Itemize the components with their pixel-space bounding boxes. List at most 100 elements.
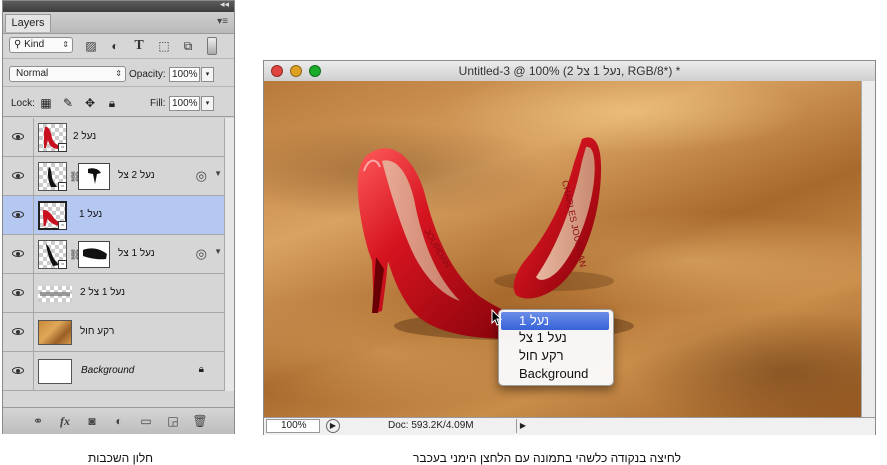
smart-object-badge-icon: ▫ bbox=[58, 143, 67, 152]
lock-all-icon[interactable]: 🔒︎ bbox=[105, 96, 119, 110]
eye-icon bbox=[12, 133, 24, 140]
layer-row[interactable]: Background 🔒︎ bbox=[3, 352, 224, 391]
layer-mask-thumbnail[interactable] bbox=[78, 163, 110, 190]
layer-name: נעל 2 צל bbox=[118, 170, 155, 181]
expand-effects-icon[interactable]: ▼ bbox=[214, 169, 222, 178]
layers-panel: ◂◂ Layers ▾≡ ⚲ Kind ⇕ ▨ ◐ T ⬚ ⧉ Normal ⇕… bbox=[2, 0, 235, 434]
expand-effects-icon[interactable]: ▼ bbox=[214, 247, 222, 256]
layer-name: נעל 1 צל 2 bbox=[80, 287, 126, 298]
panel-tab-row: Layers ▾≡ bbox=[3, 12, 234, 34]
layer-context-menu: נעל 1 נעל 1 צל רקע חול Background bbox=[498, 309, 614, 386]
menu-item-label: נעל 1 צל bbox=[519, 330, 567, 345]
visibility-toggle[interactable] bbox=[3, 196, 34, 234]
layer-row[interactable]: רקע חול bbox=[3, 313, 224, 352]
blend-row: Normal ⇕ Opacity: 100% ▾ bbox=[3, 61, 234, 87]
search-icon: ⚲ bbox=[14, 39, 25, 50]
panel-menu-icon[interactable]: ▾≡ bbox=[217, 16, 228, 27]
visibility-toggle[interactable] bbox=[3, 352, 34, 390]
new-group-folder-icon[interactable]: ▭ bbox=[137, 413, 155, 429]
smart-object-badge-icon: ▫ bbox=[58, 260, 67, 269]
fill-label: Fill: bbox=[150, 98, 166, 109]
layer-row[interactable]: נעל 1 צל 2 bbox=[3, 274, 224, 313]
timing-icon[interactable]: ▶ bbox=[326, 419, 340, 433]
menu-item-label: רקע חול bbox=[519, 348, 564, 363]
visibility-toggle[interactable] bbox=[3, 157, 34, 195]
mouse-cursor-icon bbox=[491, 309, 503, 326]
effects-icon[interactable]: ◎ bbox=[196, 246, 207, 262]
document-title: Untitled-3 @ 100% (נעל 1 צל 2, RGB/8*) * bbox=[458, 64, 681, 78]
layer-row[interactable]: ▫ ⛓ נעל 1 צל ◎ ▼ bbox=[3, 235, 224, 274]
smart-object-filter-icon[interactable]: ⧉ bbox=[180, 38, 196, 54]
layer-name: נעל 1 צל bbox=[118, 248, 155, 259]
link-layers-icon[interactable]: ⚭ bbox=[29, 413, 47, 429]
layer-row-selected[interactable]: ▫ נעל 1 bbox=[3, 196, 224, 235]
trash-icon[interactable]: 🗑︎ bbox=[191, 413, 209, 429]
tab-layers[interactable]: Layers bbox=[5, 14, 51, 32]
context-menu-item[interactable]: נעל 1 bbox=[501, 312, 609, 330]
visibility-toggle[interactable] bbox=[3, 235, 34, 273]
layer-filter-row: ⚲ Kind ⇕ ▨ ◐ T ⬚ ⧉ bbox=[3, 33, 234, 59]
opacity-label: Opacity: bbox=[129, 69, 166, 80]
layer-thumbnail bbox=[38, 359, 72, 384]
adjustment-filter-icon[interactable]: ◐ bbox=[107, 38, 123, 54]
vertical-scrollbar[interactable] bbox=[861, 81, 875, 417]
layer-row[interactable]: ▫ נעל 2 bbox=[3, 118, 224, 157]
layer-mask-thumbnail[interactable] bbox=[78, 241, 110, 268]
blend-mode-select[interactable]: Normal ⇕ bbox=[9, 66, 126, 82]
lock-icon: 🔒︎ bbox=[198, 364, 204, 375]
layer-name: רקע חול bbox=[80, 326, 115, 337]
filter-toggle-switch[interactable] bbox=[207, 37, 217, 55]
status-menu-arrow-icon[interactable]: ▶ bbox=[516, 419, 529, 433]
eye-icon bbox=[12, 250, 24, 257]
lock-move-icon[interactable]: ✥ bbox=[83, 96, 97, 110]
fx-icon[interactable]: fx bbox=[56, 413, 74, 429]
visibility-toggle[interactable] bbox=[3, 313, 34, 351]
type-filter-icon[interactable]: T bbox=[131, 38, 147, 54]
fill-field[interactable]: 100% bbox=[169, 96, 200, 111]
image-filter-icon[interactable]: ▨ bbox=[83, 38, 99, 54]
layer-thumbnail: ▫ bbox=[38, 240, 67, 269]
fill-slider-button[interactable]: ▾ bbox=[201, 96, 214, 111]
layer-thumbnail: ▫ bbox=[38, 201, 67, 230]
document-size-info: Doc: 593.2K/4.09M bbox=[388, 420, 474, 431]
filter-kind-select[interactable]: ⚲ Kind ⇕ bbox=[9, 37, 73, 53]
lock-row: Lock: ▦ ✎ ✥ 🔒︎ Fill: 100% ▾ bbox=[3, 89, 234, 117]
status-bar: 100% ▶ Doc: 593.2K/4.09M ▶ bbox=[264, 417, 875, 435]
visibility-toggle[interactable] bbox=[3, 274, 34, 312]
visibility-toggle[interactable] bbox=[3, 118, 34, 156]
lock-transparent-icon[interactable]: ▦ bbox=[39, 96, 53, 110]
eye-icon bbox=[12, 289, 24, 296]
eye-icon bbox=[12, 328, 24, 335]
eye-icon bbox=[12, 172, 24, 179]
context-menu-item[interactable]: נעל 1 צל bbox=[501, 329, 609, 347]
collapse-panel-icon[interactable]: ◂◂ bbox=[220, 0, 229, 10]
zoom-field[interactable]: 100% bbox=[266, 419, 320, 433]
chevron-updown-icon: ⇕ bbox=[115, 69, 122, 78]
opacity-field[interactable]: 100% bbox=[169, 67, 200, 82]
smart-object-badge-icon: ▫ bbox=[58, 182, 67, 191]
panel-title-bar[interactable]: ◂◂ bbox=[3, 0, 234, 12]
chevron-updown-icon: ⇕ bbox=[62, 40, 69, 49]
menu-item-label: Background bbox=[519, 366, 589, 381]
menu-item-label: נעל 1 bbox=[519, 313, 550, 328]
context-menu-item[interactable]: רקע חול bbox=[501, 347, 609, 365]
layer-name: נעל 1 bbox=[79, 209, 103, 220]
panel-footer: ⚭ fx ◙ ◐ ▭ ◲ 🗑︎ bbox=[3, 407, 234, 434]
eye-icon bbox=[12, 367, 24, 374]
layer-list: ▫ נעל 2 ▫ ⛓ נעל 2 צל ◎ ▼ ▫ נעל 1 ▫ ⛓ נעל… bbox=[3, 118, 224, 391]
opacity-slider-button[interactable]: ▾ bbox=[201, 67, 214, 82]
lock-label: Lock: bbox=[11, 98, 35, 109]
new-layer-icon[interactable]: ◲ bbox=[164, 413, 182, 429]
shape-filter-icon[interactable]: ⬚ bbox=[156, 38, 172, 54]
adjustment-layer-icon[interactable]: ◐ bbox=[110, 413, 128, 429]
layer-row[interactable]: ▫ ⛓ נעל 2 צל ◎ ▼ bbox=[3, 157, 224, 196]
layer-thumbnail: ▫ bbox=[38, 162, 67, 191]
lock-brush-icon[interactable]: ✎ bbox=[61, 96, 75, 110]
document-title-bar[interactable]: Untitled-3 @ 100% (נעל 1 צל 2, RGB/8*) * bbox=[264, 61, 875, 82]
eye-icon bbox=[12, 211, 24, 218]
layer-thumbnail: ▫ bbox=[38, 123, 67, 152]
layer-list-scrollbar[interactable] bbox=[224, 118, 234, 391]
context-menu-item[interactable]: Background bbox=[501, 365, 609, 383]
effects-icon[interactable]: ◎ bbox=[196, 168, 207, 184]
add-mask-icon[interactable]: ◙ bbox=[83, 413, 101, 429]
